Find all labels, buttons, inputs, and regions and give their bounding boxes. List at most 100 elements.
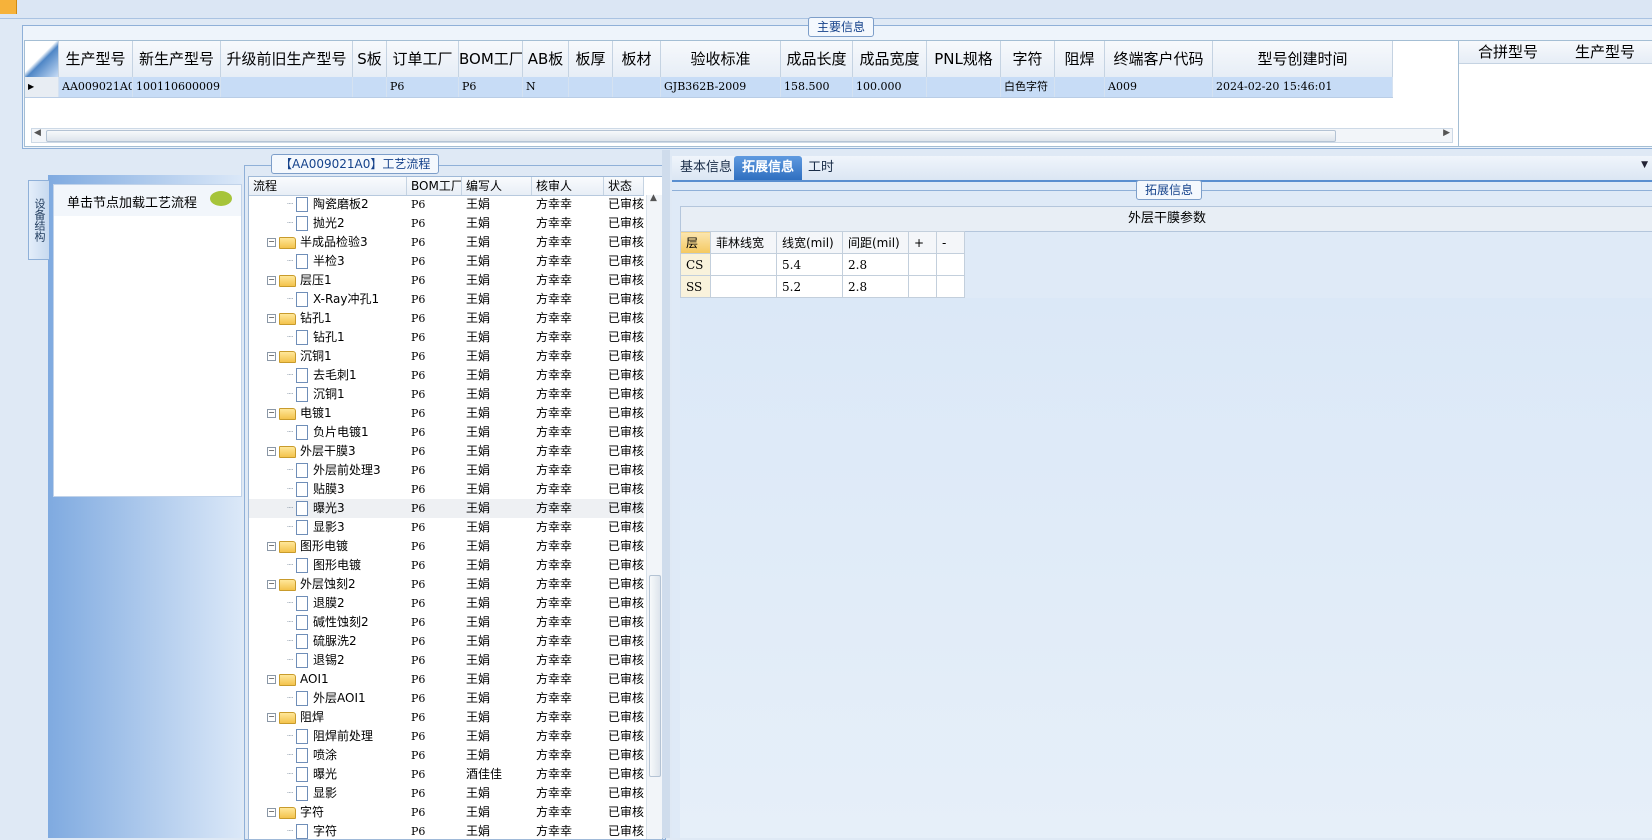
tab-work-hours[interactable]: 工时	[800, 156, 842, 180]
vertical-scrollbar[interactable]: ▲	[646, 193, 662, 839]
tab-menu-icon[interactable]: ▼	[1641, 160, 1648, 170]
scroll-thumb[interactable]	[649, 575, 661, 777]
tree-row[interactable]: − 钻孔1 P6 王娟 方幸幸 已审核	[249, 309, 644, 328]
tree-row[interactable]: ┈ 图形电镀 P6 王娟 方幸幸 已审核	[249, 556, 644, 575]
remove-row-button[interactable]: -	[936, 231, 965, 254]
tree-row[interactable]: − 外层干膜3 P6 王娟 方幸幸 已审核	[249, 442, 644, 461]
column-header[interactable]: 生产型号	[59, 41, 133, 77]
table-cell[interactable]: GJB362B-2009	[661, 77, 781, 97]
column-header[interactable]: 核审人	[532, 177, 604, 195]
table-row[interactable]: SS 5.2 2.8	[680, 275, 965, 298]
collapse-icon[interactable]: −	[267, 276, 276, 285]
column-header[interactable]: 订单工厂	[387, 41, 459, 77]
table-cell[interactable]: A009	[1105, 77, 1213, 97]
horizontal-scrollbar[interactable]: ◀ ▶	[31, 128, 1453, 143]
table-cell[interactable]: AA009021A0	[59, 77, 133, 97]
tree-row[interactable]: − 字符 P6 王娟 方幸幸 已审核	[249, 803, 644, 822]
column-header[interactable]: 验收标准	[661, 41, 781, 77]
tree-node[interactable]: ┈ 阻焊前处理	[249, 727, 407, 746]
tree-node[interactable]: − 钻孔1	[249, 309, 407, 328]
table-row[interactable]: CS 5.4 2.8	[680, 253, 965, 276]
param-cell[interactable]	[908, 275, 937, 298]
tree-row[interactable]: ┈ 外层AOI1 P6 王娟 方幸幸 已审核	[249, 689, 644, 708]
tree-node[interactable]: ┈ X-Ray冲孔1	[249, 290, 407, 309]
tree-row[interactable]: ┈ 贴膜3 P6 王娟 方幸幸 已审核	[249, 480, 644, 499]
table-cell[interactable]: P6	[387, 77, 459, 97]
tree-node[interactable]: − 字符	[249, 803, 407, 822]
table-cell[interactable]: 2024-02-20 15:46:01	[1213, 77, 1393, 97]
main-info-grid[interactable]: 生产型号 新生产型号 升级前旧生产型号 S板 订单工厂 BOM工厂 AB板 板厚 板材 验收标准成…	[24, 40, 1460, 147]
tree-node[interactable]: ┈ 外层AOI1	[249, 689, 407, 708]
table-cell[interactable]	[1055, 77, 1105, 97]
tree-row[interactable]: ┈ 喷涂 P6 王娟 方幸幸 已审核	[249, 746, 644, 765]
param-cell[interactable]: 2.8	[842, 275, 909, 298]
tree-node[interactable]: ┈ 退膜2	[249, 594, 407, 613]
tree-row[interactable]: ┈ 外层前处理3 P6 王娟 方幸幸 已审核	[249, 461, 644, 480]
tree-node[interactable]: − 半成品检验3	[249, 233, 407, 252]
tree-row[interactable]: ┈ 硫脲洗2 P6 王娟 方幸幸 已审核	[249, 632, 644, 651]
param-cell[interactable]	[936, 275, 965, 298]
column-header[interactable]: 型号创建时间	[1213, 41, 1393, 77]
table-cell[interactable]: 10011060000999	[133, 77, 221, 97]
add-row-button[interactable]: +	[908, 231, 937, 254]
column-header[interactable]: 字符	[1001, 41, 1055, 77]
column-header[interactable]: BOM工厂	[407, 177, 462, 195]
tree-row[interactable]: − 沉铜1 P6 王娟 方幸幸 已审核	[249, 347, 644, 366]
collapse-icon[interactable]: −	[267, 713, 276, 722]
table-cell[interactable]: N	[523, 77, 569, 97]
tree-node[interactable]: ┈ 硫脲洗2	[249, 632, 407, 651]
column-header[interactable]: 板厚	[569, 41, 613, 77]
tree-row[interactable]: ┈ 显影3 P6 王娟 方幸幸 已审核	[249, 518, 644, 537]
table-cell[interactable]: 100.000	[853, 77, 927, 97]
tree-node[interactable]: − 沉铜1	[249, 347, 407, 366]
merge-model-grid[interactable]: 合拼型号 生产型号	[1458, 40, 1652, 147]
tree-row[interactable]: − 图形电镀 P6 王娟 方幸幸 已审核	[249, 537, 644, 556]
tree-node[interactable]: ┈ 显影	[249, 784, 407, 803]
tree-node[interactable]: ┈ 字符	[249, 822, 407, 839]
tree-node[interactable]: ┈ 曝光	[249, 765, 407, 784]
param-cell[interactable]	[710, 275, 777, 298]
tree-row[interactable]: − 外层蚀刻2 P6 王娟 方幸幸 已审核	[249, 575, 644, 594]
param-cell[interactable]: SS	[680, 275, 711, 298]
tab-basic-info[interactable]: 基本信息	[672, 156, 740, 180]
tree-row[interactable]: ┈ 字符 P6 王娟 方幸幸 已审核	[249, 822, 644, 839]
select-all-corner[interactable]	[25, 41, 59, 77]
column-header[interactable]: AB板	[523, 41, 569, 77]
panel-splitter[interactable]	[662, 150, 670, 838]
tree-row[interactable]: − 半成品检验3 P6 王娟 方幸幸 已审核	[249, 233, 644, 252]
column-header[interactable]: BOM工厂	[459, 41, 523, 77]
tree-row[interactable]: ┈ 去毛刺1 P6 王娟 方幸幸 已审核	[249, 366, 644, 385]
tree-row[interactable]: ┈ 曝光 P6 酒佳佳 方幸幸 已审核	[249, 765, 644, 784]
tree-node[interactable]: ┈ 图形电镀	[249, 556, 407, 575]
tree-row[interactable]: ┈ 负片电镀1 P6 王娟 方幸幸 已审核	[249, 423, 644, 442]
table-cell[interactable]	[353, 77, 387, 97]
tree-node[interactable]: − AOI1	[249, 670, 407, 689]
tree-node[interactable]: − 电镀1	[249, 404, 407, 423]
collapse-icon[interactable]: −	[267, 238, 276, 247]
tree-row[interactable]: − 电镀1 P6 王娟 方幸幸 已审核	[249, 404, 644, 423]
tree-node[interactable]: ┈ 显影3	[249, 518, 407, 537]
tree-row[interactable]: ┈ 退膜2 P6 王娟 方幸幸 已审核	[249, 594, 644, 613]
collapse-icon[interactable]: −	[267, 447, 276, 456]
column-header[interactable]: 终端客户代码	[1105, 41, 1213, 77]
column-header[interactable]: 新生产型号	[133, 41, 221, 77]
tree-node[interactable]: ┈ 抛光2	[249, 214, 407, 233]
column-header[interactable]: PNL规格	[927, 41, 1001, 77]
scroll-thumb[interactable]	[46, 130, 1336, 142]
param-cell[interactable]	[710, 253, 777, 276]
tree-row[interactable]: − AOI1 P6 王娟 方幸幸 已审核	[249, 670, 644, 689]
tree-node[interactable]: ┈ 去毛刺1	[249, 366, 407, 385]
scroll-left-icon[interactable]: ◀	[34, 128, 41, 138]
tree-row[interactable]: ┈ 抛光2 P6 王娟 方幸幸 已审核	[249, 214, 644, 233]
outer-dry-film-params-table[interactable]: 层菲林线宽 线宽(mil) 间距(mil) + - CS 5.4 2.8 SS 5.2 2.8	[680, 231, 965, 298]
tree-row[interactable]: ┈ 退锡2 P6 王娟 方幸幸 已审核	[249, 651, 644, 670]
param-cell[interactable]: CS	[680, 253, 711, 276]
tree-node[interactable]: ┈ 沉铜1	[249, 385, 407, 404]
collapse-icon[interactable]: −	[267, 580, 276, 589]
table-cell[interactable]: P6	[459, 77, 523, 97]
tree-node[interactable]: − 层压1	[249, 271, 407, 290]
column-header[interactable]: 成品宽度	[853, 41, 927, 77]
param-cell[interactable]	[908, 253, 937, 276]
param-cell[interactable]	[936, 253, 965, 276]
tree-node[interactable]: − 外层干膜3	[249, 442, 407, 461]
